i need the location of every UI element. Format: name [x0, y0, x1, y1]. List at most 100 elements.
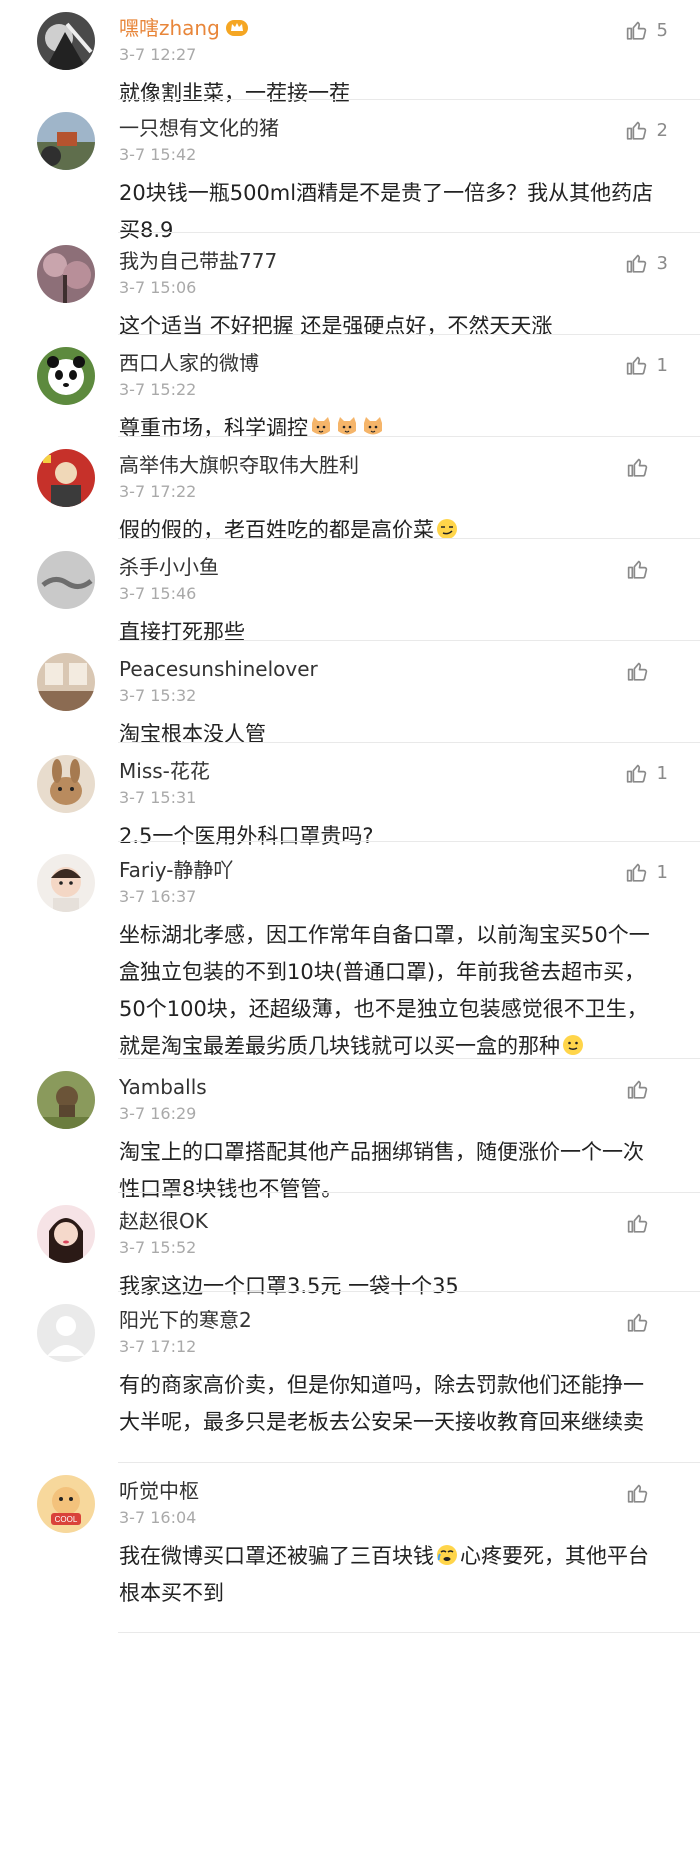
commenter-name-text: 西口人家的微博: [119, 351, 259, 375]
like-button[interactable]: 1: [624, 759, 668, 787]
like-button[interactable]: 2: [624, 116, 668, 144]
thumbs-up-icon: [626, 863, 646, 882]
like-count: 5: [656, 19, 668, 41]
comment-text-segment: 我在微博买口罩还被骗了三百块钱: [119, 1544, 434, 1568]
commenter-name[interactable]: 我为自己带盐777: [119, 247, 277, 275]
commenter-name[interactable]: 阳光下的寒意2: [119, 1306, 252, 1334]
avatar[interactable]: [37, 854, 95, 912]
comment-item: Yamballs 3-7 16:29 淘宝上的口罩搭配其他产品捆绑销售，随便涨价…: [0, 1059, 700, 1201]
commenter-name-text: 我为自己带盐777: [119, 249, 278, 273]
avatar[interactable]: [37, 755, 95, 813]
comment-time: 3-7 16:29: [119, 1104, 197, 1123]
comment-time: 3-7 17:12: [119, 1337, 197, 1356]
comment-item: 阳光下的寒意2 3-7 17:12 有的商家高价卖，但是你知道吗，除去罚款他们还…: [0, 1292, 700, 1463]
comment-text: 有的商家高价卖，但是你知道吗，除去罚款他们还能挣一大半呢，最多只是老板去公安呆一…: [119, 1367, 659, 1441]
divider: [118, 1632, 700, 1633]
comment-time: 3-7 15:32: [119, 686, 197, 705]
like-button[interactable]: [625, 555, 668, 583]
comment-time: 3-7 15:31: [119, 788, 197, 807]
thumbs-up-icon: [626, 764, 646, 783]
comment-time: 3-7 16:04: [119, 1508, 197, 1527]
thumbs-up-icon: [626, 21, 646, 40]
thumbs-up-icon: [627, 1484, 648, 1503]
commenter-name[interactable]: Yamballs: [119, 1073, 207, 1101]
commenter-name[interactable]: 西口人家的微博: [119, 349, 259, 377]
comment-time: 3-7 12:27: [119, 45, 197, 64]
like-button[interactable]: 3: [624, 249, 668, 277]
avatar[interactable]: [37, 347, 95, 405]
smile-emoji-icon: [561, 1032, 585, 1056]
commenter-name-text: Fariy-静静吖: [119, 858, 234, 882]
commenter-name[interactable]: 杀手小小鱼: [119, 553, 219, 581]
avatar[interactable]: [37, 653, 95, 711]
commenter-name[interactable]: 听觉中枢: [119, 1477, 199, 1505]
comment-time: 3-7 15:06: [119, 278, 197, 297]
cat-emoji-icon: [361, 414, 385, 438]
like-count: 3: [656, 252, 668, 274]
comment-item: 嘿嗐zhang 3-7 12:27 5 就像割韭菜，一茬接一茬: [0, 0, 700, 105]
commenter-name[interactable]: Miss-花花: [119, 757, 210, 785]
avatar[interactable]: [37, 551, 95, 609]
like-button[interactable]: [625, 657, 668, 685]
like-button[interactable]: 1: [624, 858, 668, 886]
avatar[interactable]: [37, 1205, 95, 1263]
commenter-name-text: 杀手小小鱼: [119, 555, 219, 579]
commenter-name-text: 阳光下的寒意2: [119, 1308, 252, 1332]
comment-text: 坐标湖北孝感，因工作常年自备口罩，以前淘宝买50个一盒独立包装的不到10块(普通…: [119, 917, 659, 1065]
like-button[interactable]: [625, 1209, 668, 1237]
commenter-name-text: 嘿嗐zhang: [119, 16, 220, 40]
svg-text:COOL: COOL: [55, 1515, 78, 1524]
comment-time: 3-7 16:37: [119, 887, 197, 906]
cat-emoji-icon: [309, 414, 333, 438]
commenter-name-text: Miss-花花: [119, 759, 210, 783]
comment-list: 嘿嗐zhang 3-7 12:27 5 就像割韭菜，一茬接一茬 一只想有文化的猪…: [0, 0, 700, 1870]
comment-time: 3-7 15:52: [119, 1238, 197, 1257]
like-button[interactable]: [625, 453, 668, 481]
like-button[interactable]: 1: [624, 351, 668, 379]
commenter-name-text: 一只想有文化的猪: [119, 116, 279, 140]
commenter-name[interactable]: Peacesunshinelover: [119, 655, 318, 683]
like-button[interactable]: [625, 1479, 668, 1507]
like-count: 2: [656, 119, 668, 141]
commenter-name-text: 高举伟大旗帜夺取伟大胜利: [119, 453, 359, 477]
smirk-emoji-icon: [435, 516, 459, 540]
commenter-name[interactable]: 高举伟大旗帜夺取伟大胜利: [119, 451, 359, 479]
avatar[interactable]: [37, 12, 95, 70]
comment-time: 3-7 15:42: [119, 145, 197, 164]
thumbs-up-icon: [626, 121, 646, 140]
like-button[interactable]: [625, 1308, 668, 1336]
comment-text: 我在微博买口罩还被骗了三百块钱 心疼要死，其他平台根本买不到: [119, 1538, 659, 1612]
comment-item: 我为自己带盐777 3-7 15:06 3 这个适当 不好把握 还是强硬点好，不…: [0, 233, 700, 338]
vip-crown-icon: [225, 20, 248, 36]
thumbs-up-icon: [627, 662, 648, 681]
comment-time: 3-7 15:22: [119, 380, 197, 399]
thumbs-up-icon: [627, 1214, 648, 1233]
avatar[interactable]: [37, 245, 95, 303]
comment-time: 3-7 17:22: [119, 482, 197, 501]
avatar[interactable]: [37, 1304, 95, 1362]
comment-item: 赵赵很OK 3-7 15:52 我家这边一个口罩3.5元 一袋十个35: [0, 1193, 700, 1298]
commenter-name-text: 赵赵很OK: [119, 1209, 208, 1233]
commenter-name[interactable]: 赵赵很OK: [119, 1207, 208, 1235]
like-count: 1: [656, 762, 668, 784]
comment-item: Fariy-静静吖 3-7 16:37 1 坐标湖北孝感，因工作常年自备口罩，以…: [0, 842, 700, 1059]
thumbs-up-icon: [626, 254, 646, 273]
like-count: 1: [656, 861, 668, 883]
avatar[interactable]: [37, 1071, 95, 1129]
like-button[interactable]: [625, 1075, 668, 1103]
comment-item: COOL 听觉中枢 3-7 16:04 我在微博买口罩还被骗了三百块钱 心疼要死，…: [0, 1463, 700, 1633]
commenter-name[interactable]: 嘿嗐zhang: [119, 14, 248, 42]
thumbs-up-icon: [627, 1313, 648, 1332]
comment-item: 一只想有文化的猪 3-7 15:42 2 20块钱一瓶500ml酒精是不是贵了一…: [0, 100, 700, 242]
commenter-name[interactable]: 一只想有文化的猪: [119, 114, 279, 142]
comment-item: 西口人家的微博 3-7 15:22 1 尊重市场，科学调控: [0, 335, 700, 440]
comment-text-segment: 有的商家高价卖，但是你知道吗，除去罚款他们还能挣一大半呢，最多只是老板去公安呆一…: [119, 1373, 644, 1434]
avatar[interactable]: COOL: [37, 1475, 95, 1533]
avatar[interactable]: [37, 449, 95, 507]
commenter-name[interactable]: Fariy-静静吖: [119, 856, 233, 884]
commenter-name-text: Peacesunshinelover: [119, 657, 318, 681]
avatar[interactable]: [37, 112, 95, 170]
cat-emoji-icon: [335, 414, 359, 438]
like-button[interactable]: 5: [624, 16, 668, 44]
thumbs-up-icon: [626, 356, 646, 375]
